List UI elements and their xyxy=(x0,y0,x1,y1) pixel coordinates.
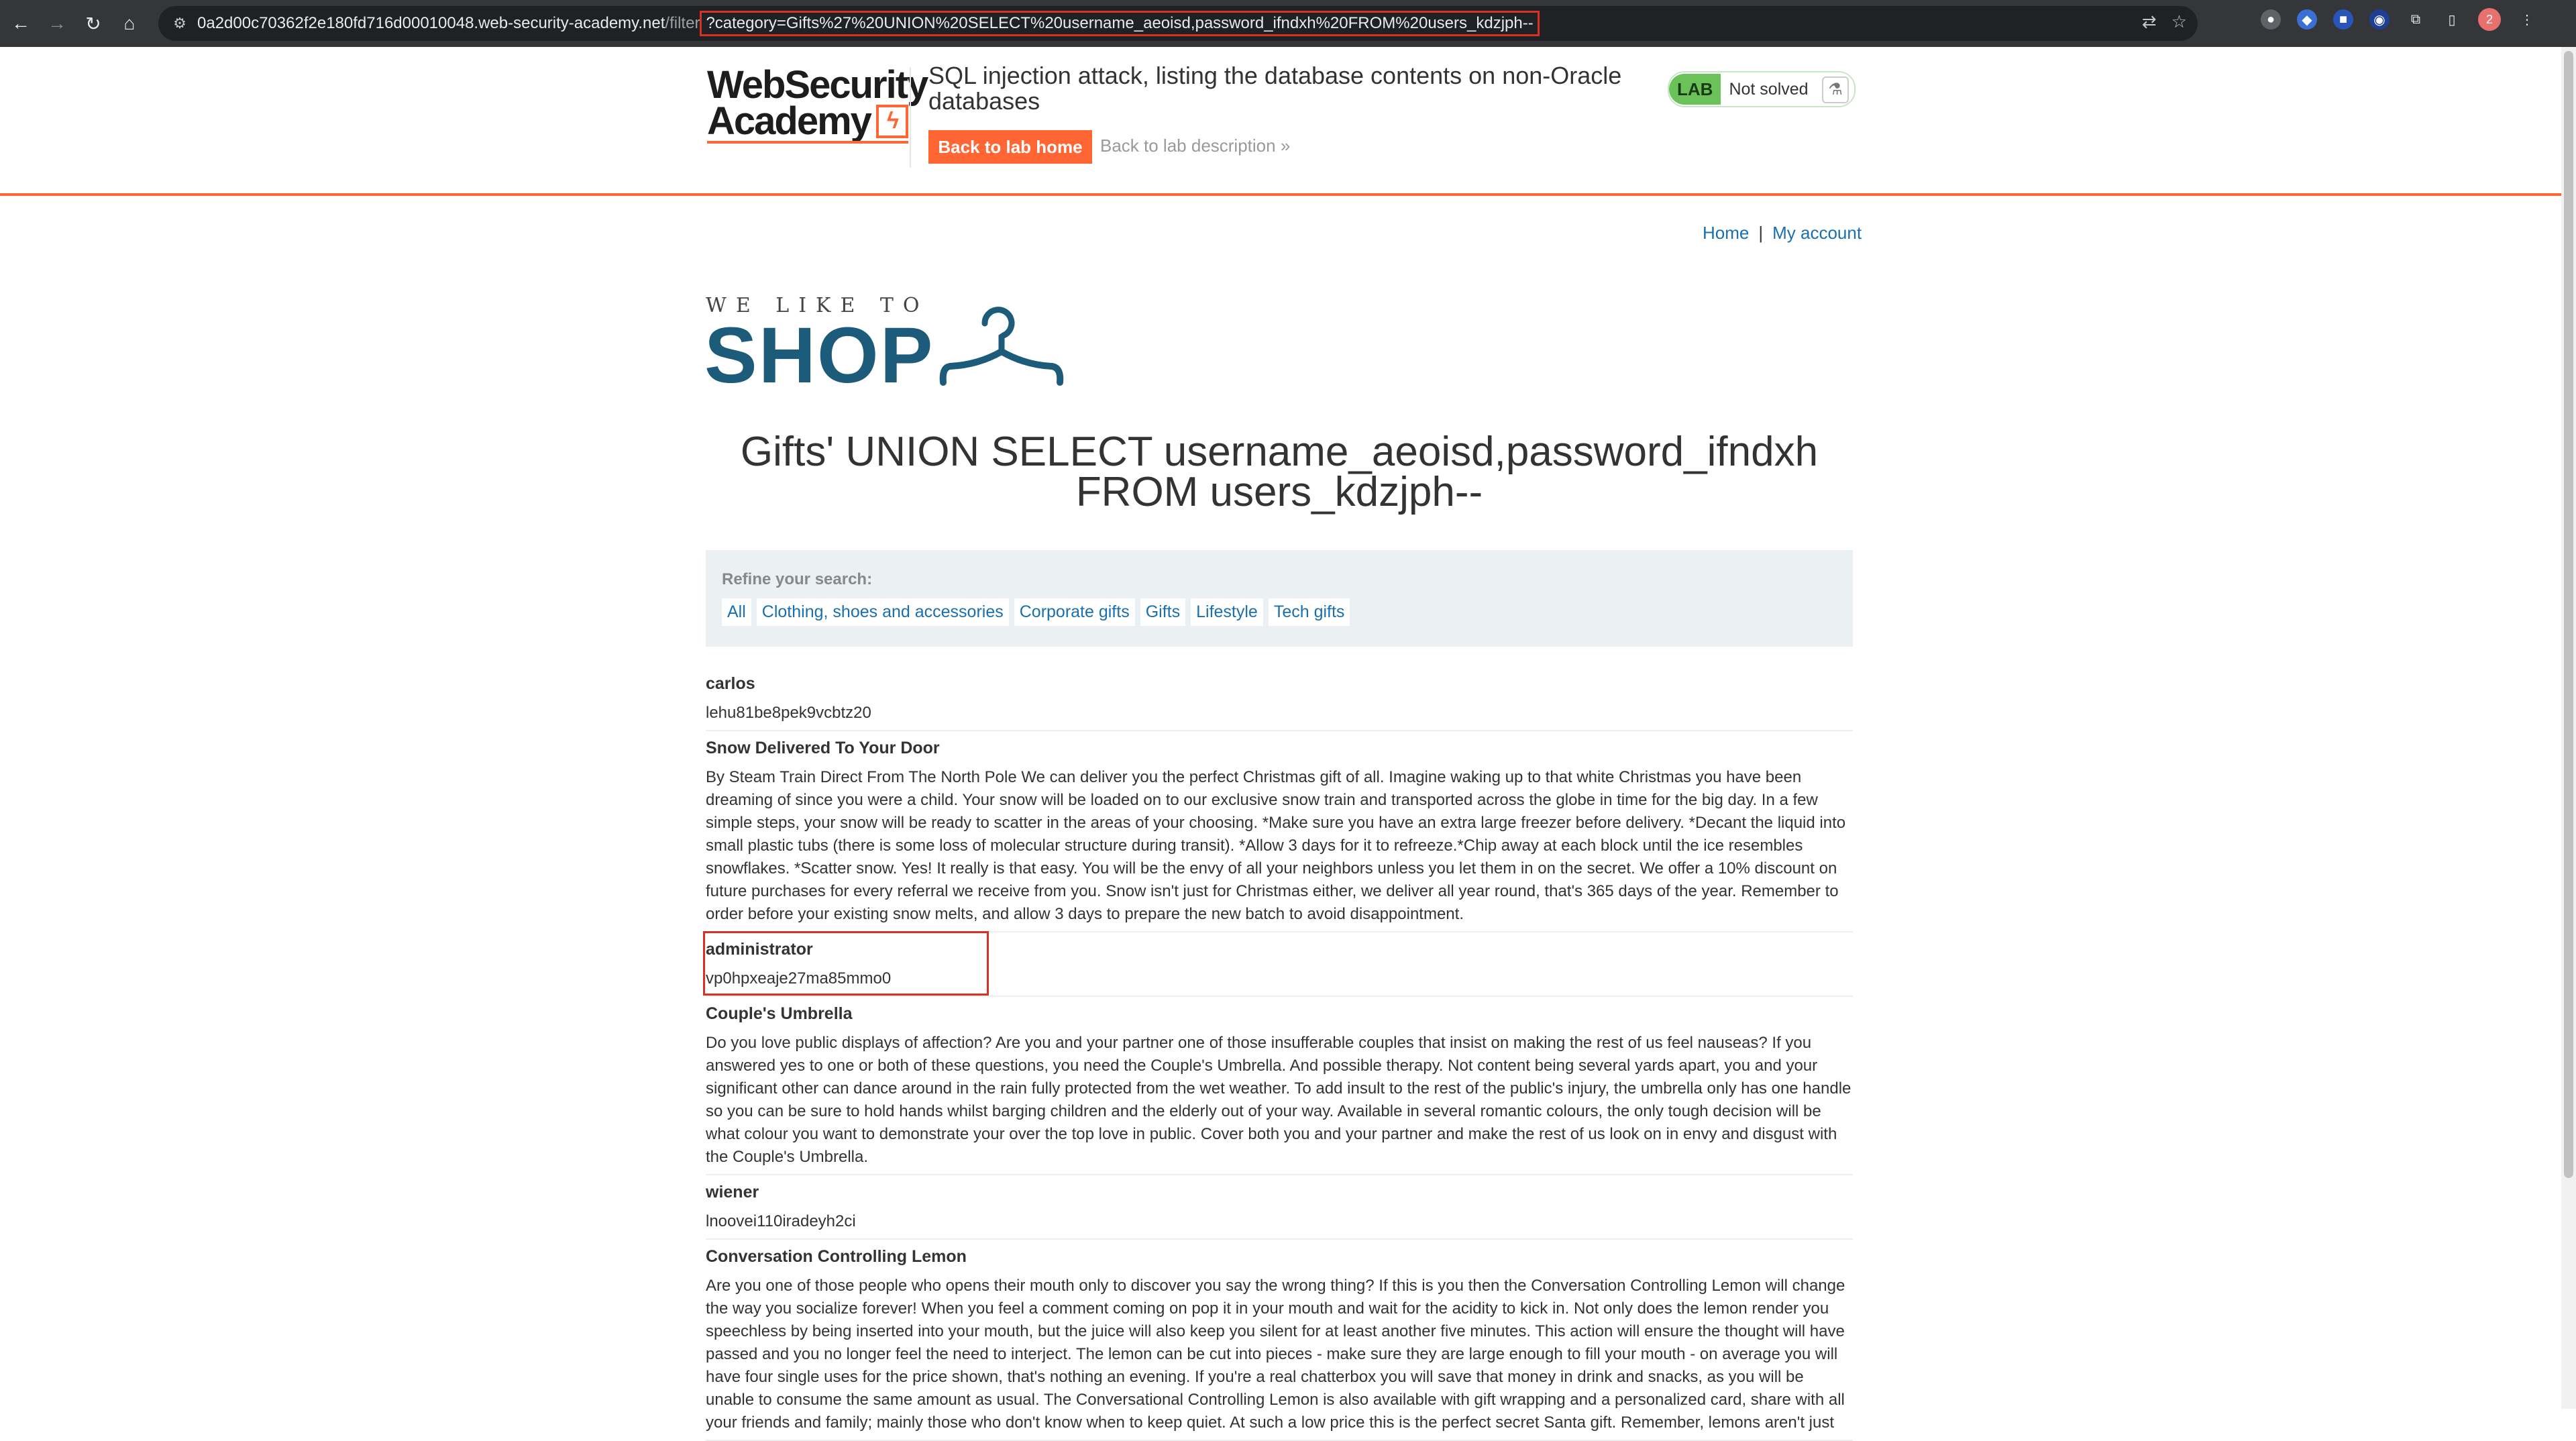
row-header: Conversation Controlling Lemon xyxy=(706,1247,967,1266)
profile-avatar[interactable]: 2 xyxy=(2478,8,2501,31)
extension-icon[interactable]: ◆ xyxy=(2297,9,2317,30)
home-link[interactable]: Home xyxy=(1703,223,1749,244)
flask-icon: ⚗ xyxy=(1822,76,1849,103)
row-value: lehu81be8pek9vcbtz20 xyxy=(706,704,871,722)
hanger-icon xyxy=(939,307,1064,386)
header-divider xyxy=(910,67,911,168)
row-header: wiener xyxy=(706,1183,759,1202)
account-nav: Home | My account xyxy=(1703,223,1862,244)
extension-icon[interactable]: ■ xyxy=(2333,9,2353,30)
row-value: lnoovei110iradeyh2ci xyxy=(706,1212,856,1230)
logo-underline xyxy=(707,141,908,144)
extension-icon[interactable]: ◉ xyxy=(2369,9,2390,30)
row-value: Do you love public displays of affection… xyxy=(706,1034,1851,1166)
filter-lifestyle[interactable]: Lifestyle xyxy=(1191,598,1263,626)
url-path: /filter xyxy=(665,14,700,32)
row-header: Snow Delivered To Your Door xyxy=(706,739,940,757)
browser-toolbar: ← → ↻ ⌂ ⚙ 0a2d00c70362f2e180fd716d000100… xyxy=(0,0,2576,47)
my-account-link[interactable]: My account xyxy=(1772,223,1862,244)
scrollbar-thumb[interactable] xyxy=(2564,51,2573,1178)
filter-tech-gifts[interactable]: Tech gifts xyxy=(1268,598,1350,626)
sidebar-icon[interactable]: ▯ xyxy=(2442,9,2462,30)
row-value: vp0hpxeaje27ma85mmo0 xyxy=(706,969,892,988)
category-filters: All Clothing, shoes and accessories Corp… xyxy=(722,598,1350,626)
extensions-icon[interactable]: ⧉ xyxy=(2406,9,2426,30)
filter-label: Refine your search: xyxy=(722,570,873,588)
results-table: carlos lehu81be8pek9vcbtz20 Snow Deliver… xyxy=(703,667,1853,1441)
chevron-right-icon: » xyxy=(1280,136,1291,156)
reload-icon[interactable]: ↻ xyxy=(78,8,109,39)
translate-icon[interactable]: ⇄ xyxy=(2142,11,2157,32)
filter-gifts[interactable]: Gifts xyxy=(1140,598,1186,626)
lab-status-widget: LAB Not solved ⚗ xyxy=(1668,71,1856,107)
lightning-icon: ϟ xyxy=(875,105,908,138)
filter-all[interactable]: All xyxy=(722,598,751,626)
url-host: 0a2d00c70362f2e180fd716d00010048.web-sec… xyxy=(197,14,665,32)
site-info-icon[interactable]: ⚙ xyxy=(168,15,192,32)
extension-icon[interactable]: ● xyxy=(2261,9,2281,30)
address-bar[interactable]: ⚙ 0a2d00c70362f2e180fd716d00010048.web-s… xyxy=(158,6,2198,41)
lab-status-text: Not solved xyxy=(1729,79,1809,99)
menu-icon[interactable]: ⋮ xyxy=(2517,9,2537,30)
web-security-academy-logo[interactable]: WebSecurity Academy ϟ xyxy=(707,66,928,141)
url-query-highlighted: ?category=Gifts%27%20UNION%20SELECT%20us… xyxy=(700,11,1540,36)
lab-badge: LAB xyxy=(1669,74,1721,105)
filter-clothing[interactable]: Clothing, shoes and accessories xyxy=(756,598,1009,626)
filter-corporate-gifts[interactable]: Corporate gifts xyxy=(1014,598,1135,626)
back-icon[interactable]: ← xyxy=(5,8,36,39)
row-value: Are you one of those people who opens th… xyxy=(706,1277,1845,1432)
table-row: carlos lehu81be8pek9vcbtz20 xyxy=(706,667,1853,731)
row-header: administrator xyxy=(706,940,813,959)
nav-separator: | xyxy=(1758,223,1764,243)
star-icon[interactable]: ☆ xyxy=(2171,11,2187,32)
shop-logo-text: SHOP xyxy=(704,311,934,400)
home-icon[interactable]: ⌂ xyxy=(114,8,145,39)
forward-icon[interactable]: → xyxy=(42,8,72,39)
lab-title: SQL injection attack, listing the databa… xyxy=(928,62,1622,115)
table-row-admin: administrator vp0hpxeaje27ma85mmo0 xyxy=(703,931,1853,997)
filter-panel: Refine your search: All Clothing, shoes … xyxy=(706,550,1853,647)
lab-header: WebSecurity Academy ϟ SQL injection attac… xyxy=(0,47,2561,196)
row-header: Couple's Umbrella xyxy=(706,1004,853,1023)
table-row: Couple's Umbrella Do you love public dis… xyxy=(706,997,1853,1175)
back-to-lab-description-link[interactable]: Back to lab description » xyxy=(1100,136,1290,156)
table-row: wiener lnoovei110iradeyh2ci xyxy=(706,1175,1853,1240)
row-header: carlos xyxy=(706,674,755,693)
table-row: Conversation Controlling Lemon Are you o… xyxy=(706,1240,1853,1441)
table-row: Snow Delivered To Your Door By Steam Tra… xyxy=(706,731,1853,932)
row-value: By Steam Train Direct From The North Pol… xyxy=(706,768,1846,923)
back-to-lab-home-button[interactable]: Back to lab home xyxy=(928,130,1092,164)
page-title: Gifts' UNION SELECT username_aeoisd,pass… xyxy=(740,429,1819,515)
